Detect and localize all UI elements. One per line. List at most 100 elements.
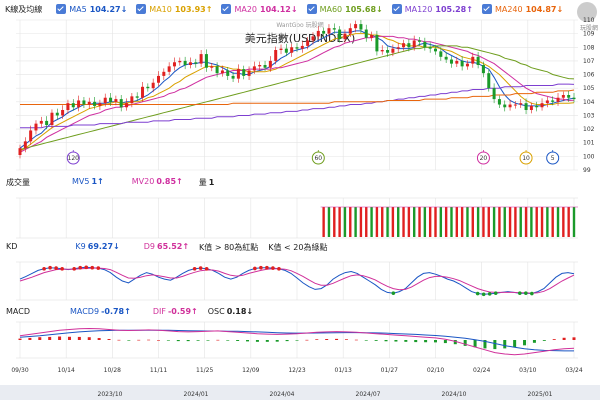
kd-green-dot — [475, 291, 480, 296]
candle-body — [327, 28, 331, 34]
ma-marker-label: 60 — [314, 155, 322, 162]
osc-bar — [295, 340, 299, 341]
volume-bar — [365, 207, 368, 237]
osc-bar — [18, 338, 22, 340]
kd-red-dot — [271, 266, 275, 270]
volume-bar — [450, 207, 453, 237]
dif-name: DIF — [152, 307, 166, 316]
osc-bar — [394, 340, 398, 342]
kd-green-dot — [487, 292, 492, 296]
candle-body — [567, 95, 571, 98]
candle-body — [204, 54, 208, 68]
candle-body — [252, 66, 256, 71]
candle-body — [210, 66, 214, 68]
y-tick-label: 109 — [583, 31, 595, 38]
macd-panel-header: MACD MACD9 -0.78↑ DIF -0.59↑ OSC 0.18↓ — [6, 307, 263, 316]
candle-body — [66, 103, 70, 110]
candle-body — [434, 48, 437, 52]
volume-bar — [471, 207, 474, 237]
osc-bar — [384, 340, 388, 342]
osc-bar — [77, 336, 81, 340]
osc-bar — [147, 339, 151, 341]
volume-bar — [482, 207, 485, 237]
osc-bar — [58, 336, 62, 340]
osc-bar — [48, 336, 52, 340]
osc-bar — [137, 339, 141, 341]
candle-body — [29, 130, 33, 142]
period-navigator-bar — [0, 385, 600, 400]
y-tick-label: 101 — [583, 140, 595, 147]
volume-panel-header: 成交量 MV5 1↑ MV20 0.85↑ 量1 — [6, 177, 224, 188]
candle-body — [316, 30, 320, 37]
candle-body — [34, 123, 38, 131]
candle-body — [503, 104, 507, 108]
dif-value: -0.59↑ — [167, 307, 198, 316]
candle-body — [535, 105, 539, 108]
x-tick-label: 02/24 — [473, 367, 490, 374]
period-tick-label: 2024/10 — [442, 391, 467, 398]
osc-bar — [226, 340, 230, 341]
candle-body — [284, 48, 288, 53]
candle-body — [194, 62, 198, 64]
candle-body — [55, 112, 59, 116]
volume-bar — [423, 207, 427, 237]
stock-chart[interactable]: WantGoo 玩股網 美元指數(USDINDEX) 9910010110210… — [0, 0, 600, 400]
volume-bar — [551, 207, 554, 237]
candle-body — [545, 100, 549, 104]
osc-bar — [97, 338, 101, 340]
dif-label: DIF -0.59↑ — [153, 307, 198, 316]
osc-bar — [305, 339, 309, 341]
candle-body — [391, 48, 395, 53]
osc-bar — [364, 340, 368, 341]
osc-bar — [265, 340, 269, 342]
osc-bar — [434, 340, 437, 343]
kd-green-dot — [391, 291, 396, 295]
candle-body — [300, 45, 304, 49]
candle-body — [183, 60, 187, 65]
volume-bar — [397, 207, 400, 237]
y-tick-label: 107 — [583, 58, 595, 65]
y-tick-label: 106 — [583, 72, 595, 79]
kd-red-dot — [48, 265, 52, 270]
kd-red-dot — [265, 265, 269, 270]
osc-bar — [127, 340, 131, 341]
volume-bar — [354, 207, 357, 237]
ma-marker-label: 10 — [522, 155, 530, 162]
x-tick-label: 03/10 — [519, 367, 536, 374]
candle-body — [199, 54, 203, 64]
candle-body — [428, 47, 432, 49]
osc-bar — [374, 340, 378, 341]
candle-body — [380, 50, 384, 52]
kd-green-dot — [481, 292, 486, 297]
candle-body — [215, 66, 219, 74]
osc-bar — [196, 340, 200, 341]
volume-bar — [487, 207, 490, 237]
osc-bar — [107, 339, 111, 340]
osc-bar — [562, 337, 566, 340]
mv5-name: MV5 — [72, 177, 90, 186]
period-tick-label: 2025/01 — [528, 391, 553, 398]
candle-body — [23, 141, 27, 149]
d-name: D9 — [143, 242, 156, 251]
period-tick-label: 2024/01 — [184, 391, 209, 398]
d-label: D9 65.52↑ — [144, 242, 189, 253]
osc-bar — [542, 340, 546, 341]
candle-body — [263, 65, 267, 68]
volume-bar — [535, 207, 538, 237]
volume-bar — [567, 207, 570, 237]
kd-red-dot — [192, 267, 197, 271]
volume-bar — [540, 207, 544, 237]
candle-body — [465, 63, 469, 67]
kd-red-dot — [277, 267, 281, 271]
osc-bar — [246, 340, 250, 342]
volume-bar — [524, 207, 528, 237]
candle-body — [226, 70, 230, 76]
osc-bar — [236, 340, 240, 341]
osc-bar — [572, 337, 576, 340]
candle-body — [82, 100, 86, 105]
candle-body — [375, 35, 379, 52]
candle-body — [407, 43, 411, 48]
k-name: K9 — [75, 242, 86, 251]
volume-bar — [370, 207, 373, 237]
candle-body — [109, 97, 113, 102]
